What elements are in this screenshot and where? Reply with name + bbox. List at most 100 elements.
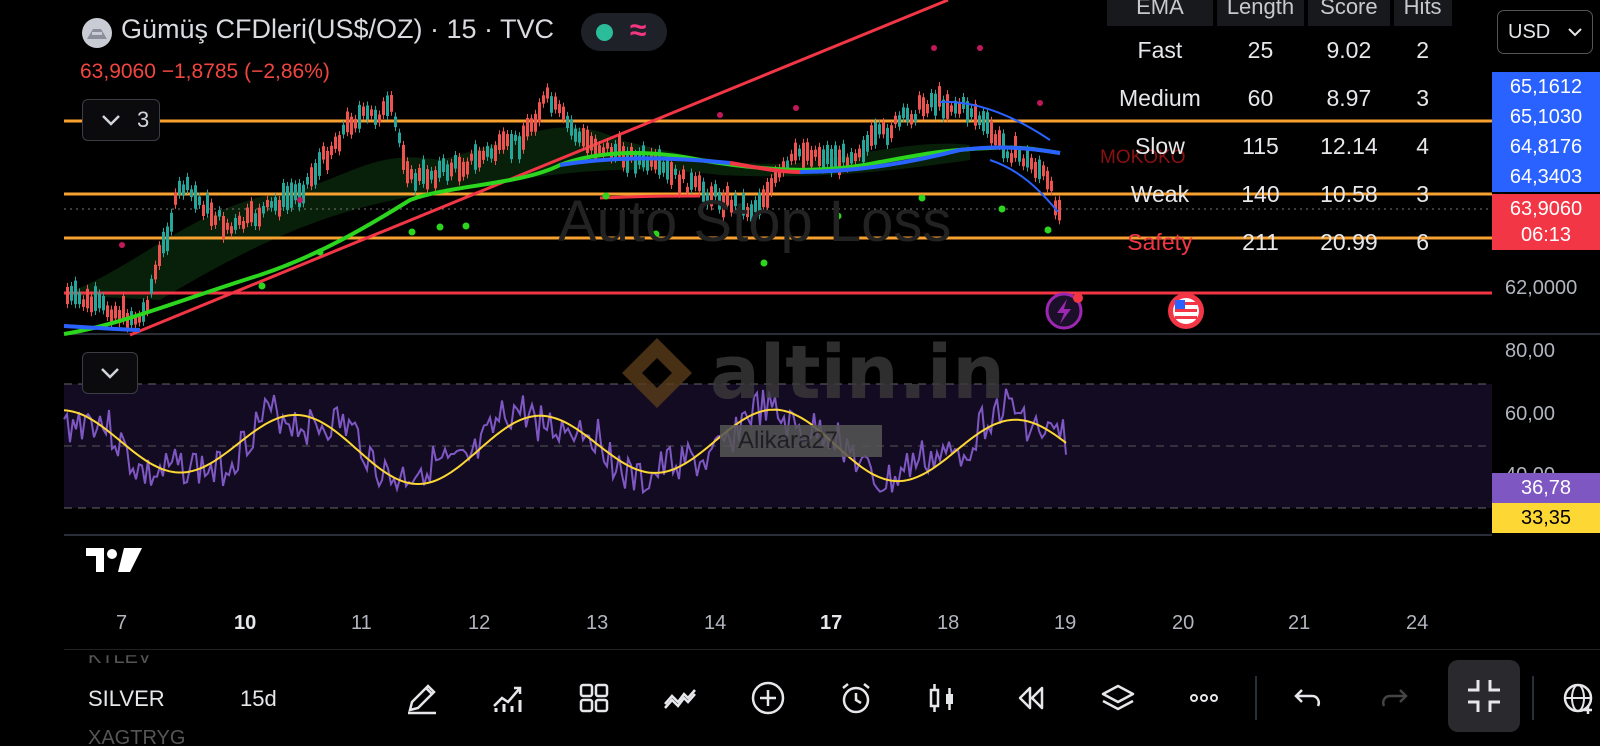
signal-dot — [760, 259, 768, 267]
ticker-symbol[interactable]: SILVER — [88, 686, 165, 712]
last-price-tag: 63,9060 06:13 — [1492, 194, 1600, 250]
candle-body — [162, 231, 165, 254]
replay-icon[interactable] — [1008, 676, 1052, 720]
candle-body — [170, 212, 173, 232]
candle-body — [498, 134, 501, 151]
candle-body — [386, 95, 389, 117]
layers-icon[interactable] — [1096, 676, 1140, 720]
signal-dot — [1037, 100, 1043, 106]
alarm-icon[interactable] — [834, 676, 878, 720]
tradingview-logo-icon[interactable] — [86, 546, 142, 574]
candle-body — [822, 149, 825, 170]
undo-icon[interactable] — [1286, 676, 1330, 720]
collapse-rsi-button[interactable] — [82, 352, 138, 394]
add-icon[interactable] — [746, 676, 790, 720]
candle-body — [74, 280, 77, 305]
candle-body — [1058, 199, 1061, 221]
layouts-grid-icon[interactable] — [572, 676, 616, 720]
rsi-value-tag: 36,78 — [1492, 473, 1600, 503]
candles-icon[interactable] — [920, 676, 964, 720]
ema-hits-cell: 4 — [1416, 132, 1430, 159]
candle-body — [158, 245, 161, 266]
candle-body — [102, 295, 105, 311]
candle-body — [566, 115, 569, 129]
time-axis-label: 24 — [1406, 612, 1429, 634]
candle-body — [666, 159, 669, 180]
ema-name-cell: Fast — [1137, 36, 1183, 63]
candle-body — [606, 142, 609, 149]
candle-body — [406, 161, 409, 184]
collapse-indicators-button[interactable]: 3 — [82, 99, 160, 141]
candle-body — [586, 129, 589, 154]
candle-body — [530, 118, 533, 132]
candle-body — [958, 102, 961, 114]
candle-body — [934, 93, 937, 116]
price-axis-label: 62,0000 — [1505, 277, 1578, 299]
candle-body — [1022, 158, 1025, 167]
symbol-title[interactable]: Gümüş CFDleri(US$/OZ) · 15 · TVC — [121, 14, 554, 45]
candle-body — [574, 128, 577, 142]
trendline-icon[interactable] — [658, 676, 702, 720]
time-axis-label: 7 — [116, 612, 128, 634]
candle-body — [918, 95, 921, 110]
ema-length-cell: 25 — [1247, 36, 1274, 63]
candle-body — [370, 109, 373, 116]
candle-body — [870, 125, 873, 146]
candle-body — [450, 162, 453, 177]
candle-body — [382, 101, 385, 116]
candle-body — [642, 145, 645, 168]
candle-body — [334, 136, 337, 149]
candle-body — [398, 132, 401, 144]
candle-body — [810, 149, 813, 167]
candle-body — [798, 148, 801, 157]
candle-body — [550, 96, 553, 113]
candle-body — [1038, 159, 1041, 180]
market-status-pill[interactable] — [581, 13, 667, 51]
signal-dot — [1044, 226, 1052, 234]
redo-icon[interactable] — [1372, 676, 1416, 720]
candle-body — [426, 169, 429, 190]
more-icon[interactable] — [1182, 676, 1226, 720]
time-axis-label: 10 — [234, 612, 257, 634]
signal-dot — [793, 105, 799, 111]
candle-body — [194, 185, 197, 209]
signal-dot — [297, 197, 303, 203]
candle-body — [1010, 153, 1013, 163]
indicators-icon[interactable] — [486, 676, 530, 720]
fullscreen-exit-button[interactable] — [1448, 660, 1520, 732]
interval[interactable]: 15d — [240, 686, 277, 712]
candle-body — [330, 145, 333, 156]
candle-body — [374, 109, 377, 125]
drawing-pen-icon[interactable] — [400, 676, 444, 720]
globe-add-icon[interactable] — [1556, 676, 1600, 720]
candle-body — [478, 150, 481, 168]
candle-body — [866, 134, 869, 152]
ema-score-cell: 20.99 — [1320, 228, 1378, 255]
candle-body — [1030, 157, 1033, 170]
candle-body — [254, 213, 257, 227]
candle-body — [454, 155, 457, 169]
indicator-count: 3 — [137, 107, 150, 132]
candle-body — [94, 286, 97, 311]
candle-body — [998, 130, 1001, 146]
candle-body — [858, 148, 861, 158]
ema-hits-cell: 2 — [1416, 36, 1430, 63]
candle-body — [234, 217, 237, 230]
candle-body — [598, 145, 601, 154]
currency-select[interactable]: USD — [1497, 10, 1593, 54]
candle-body — [238, 215, 241, 225]
table-row: Fast 25 9.02 2 — [1107, 26, 1452, 74]
candle-body — [286, 185, 289, 211]
candle-body — [326, 150, 329, 171]
table-row: Weak 140 10.58 3 — [1107, 170, 1452, 218]
candle-body — [122, 295, 125, 321]
ticker-bottom[interactable]: XAGTRYG — [88, 727, 185, 746]
candle-body — [522, 125, 525, 150]
candle-body — [410, 169, 413, 180]
candle-body — [366, 105, 369, 120]
candle-body — [258, 207, 261, 227]
candle-body — [226, 222, 229, 230]
auto-stop-loss-watermark: Auto Stop Loss — [558, 189, 952, 254]
candle-body — [390, 95, 393, 112]
candle-body — [114, 305, 117, 319]
